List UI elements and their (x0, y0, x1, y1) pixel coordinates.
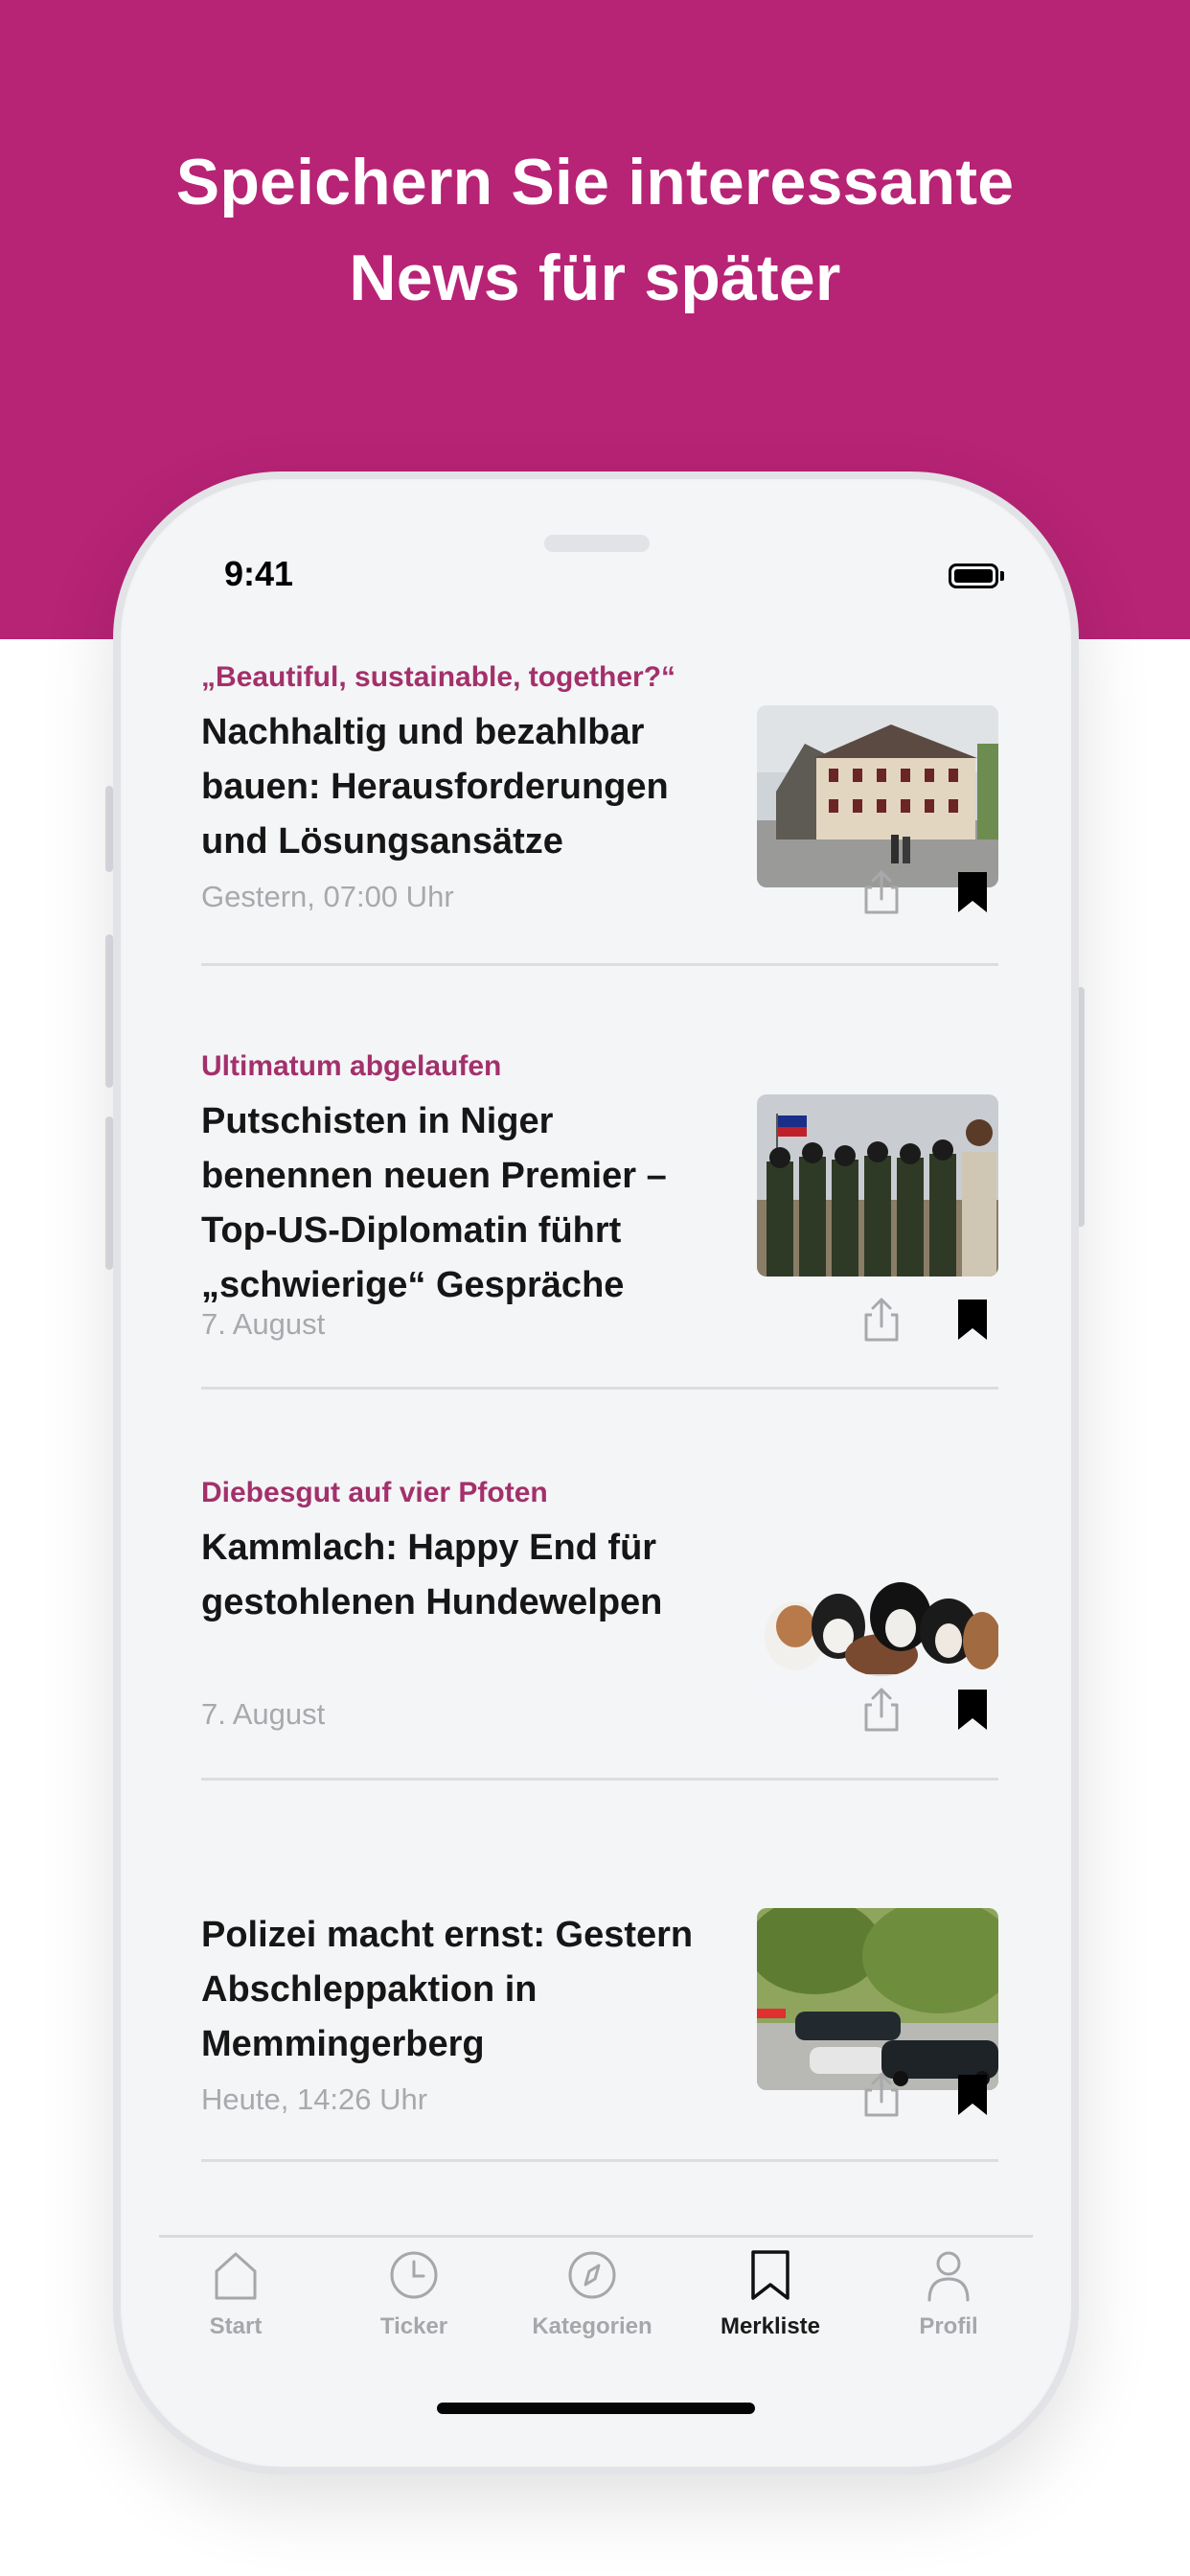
tab-bar: Start Ticker Kategorien Merkliste Profil (121, 2235, 1071, 2388)
article-title[interactable]: Kammlach: Happy End für gestohlenen Hund… (201, 1521, 719, 1630)
tab-kategorien[interactable]: Kategorien (506, 2246, 678, 2371)
tab-label: Profil (919, 2313, 978, 2339)
phone-speaker (544, 535, 650, 552)
share-icon[interactable] (860, 1296, 903, 1344)
phone-side-button (105, 934, 113, 1088)
article-image-soldiers[interactable] (757, 1094, 998, 1276)
phone-side-button (105, 1116, 113, 1270)
battery-tip (1000, 571, 1004, 581)
bookmark-filled-icon[interactable] (952, 1686, 993, 1734)
share-icon[interactable] (860, 2071, 903, 2119)
clock-icon (390, 2251, 438, 2299)
status-time: 9:41 (224, 554, 294, 593)
article-date: 7. August (201, 1307, 326, 1341)
tab-bar-divider (159, 2235, 1033, 2238)
share-icon[interactable] (860, 868, 903, 916)
article-kicker: Diebesgut auf vier Pfoten (201, 1477, 548, 1508)
tab-label: Ticker (379, 2313, 448, 2339)
article-date: Gestern, 07:00 Uhr (201, 880, 454, 913)
article-kicker: Ultimatum abgelaufen (201, 1050, 502, 1082)
share-icon[interactable] (860, 1686, 903, 1734)
article-image-cars[interactable] (757, 1908, 998, 2090)
tab-label: Kategorien (532, 2313, 652, 2339)
compass-icon (568, 2251, 616, 2299)
article-title[interactable]: Nachhaltig und bezahlbar bauen: Herausfo… (201, 705, 719, 869)
home-indicator (437, 2403, 755, 2414)
article-image-house[interactable] (757, 705, 998, 887)
bookmark-filled-icon[interactable] (952, 868, 993, 916)
tab-label: Start (209, 2313, 263, 2339)
phone-side-button (105, 786, 113, 872)
tab-profil[interactable]: Profil (862, 2246, 1035, 2371)
tab-start[interactable]: Start (149, 2246, 322, 2371)
home-icon (215, 2252, 257, 2300)
bookmark-icon (751, 2250, 790, 2300)
tab-ticker[interactable]: Ticker (328, 2246, 500, 2371)
phone-mockup: 9:41 „Beautiful, sustainable, together?“… (113, 472, 1079, 2474)
article-date: 7. August (201, 1697, 326, 1731)
tab-merkliste[interactable]: Merkliste (684, 2246, 857, 2371)
article-image-puppies[interactable] (757, 1521, 998, 1703)
divider (201, 2159, 998, 2162)
promo-headline: Speichern Sie interessante News für spät… (175, 146, 1015, 314)
divider (201, 1387, 998, 1390)
article-title[interactable]: Polizei macht ernst: Gestern Abschleppak… (201, 1908, 719, 2072)
article-date: Heute, 14:26 Uhr (201, 2082, 428, 2116)
bookmark-filled-icon[interactable] (952, 1296, 993, 1344)
article-title[interactable]: Putschisten in Niger benennen neuen Prem… (201, 1094, 719, 1313)
divider (201, 1778, 998, 1781)
divider (201, 963, 998, 966)
article-kicker: „Beautiful, sustainable, together?“ (201, 661, 676, 693)
tab-label: Merkliste (720, 2313, 821, 2339)
person-icon (927, 2251, 970, 2302)
battery-icon (949, 564, 998, 588)
bookmark-filled-icon[interactable] (952, 2071, 993, 2119)
